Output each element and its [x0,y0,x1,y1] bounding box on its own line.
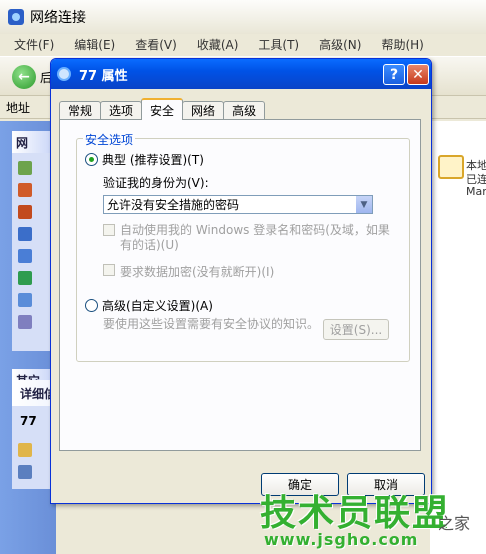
setup-network-icon[interactable] [18,183,32,197]
network-tasks-title: 网 [16,135,29,150]
autologon-checkbox[interactable] [103,224,115,236]
disable-device-icon[interactable] [18,227,32,241]
network-folder-icon [8,9,24,25]
typical-option[interactable]: 典型 (推荐设置)(T) [85,151,204,168]
back-arrow-icon: ← [18,69,30,85]
encrypt-option[interactable]: 要求数据加密(没有就断开)(I) [103,263,274,280]
advanced-description: 要使用这些设置需要有安全协议的知识。 [103,317,320,331]
properties-dialog: 77 属性 ? ✕ 常规 选项 安全 网络 高级 安全选项 典型 (推荐设置)(… [50,58,432,504]
chevron-down-icon[interactable]: ▼ [355,196,372,213]
advanced-radio[interactable] [85,299,98,312]
ok-button[interactable]: 确定 [261,473,339,496]
autologon-label: 自动使用我的 Windows 登录名和密码(及域，如果有的话)(U) [120,223,390,252]
advanced-label: 高级(自定义设置)(A) [102,299,213,313]
dialog-titlebar: 77 属性 [51,59,431,89]
connection-device: Mar [466,185,486,198]
advanced-option[interactable]: 高级(自定义设置)(A) [85,297,213,314]
menu-view[interactable]: 查看(V) [135,36,177,53]
group-legend: 安全选项 [83,131,136,148]
menu-edit[interactable]: 编辑(E) [74,36,115,53]
question-icon: ? [389,66,399,83]
connections-view: 本地 已连 Mar [430,121,486,554]
security-tab-panel: 安全选项 典型 (推荐设置)(T) 验证我的身份为(V): 允许没有安全措施的密… [59,119,421,451]
encrypt-checkbox[interactable] [103,264,115,276]
menu-favorites[interactable]: 收藏(A) [197,36,239,53]
my-computer-icon[interactable] [18,465,32,479]
firewall-icon[interactable] [18,205,32,219]
cancel-button[interactable]: 取消 [347,473,425,496]
create-connection-icon[interactable] [18,161,32,175]
repair-connection-icon[interactable] [18,249,32,263]
close-icon: ✕ [412,66,424,83]
autologon-option[interactable]: 自动使用我的 Windows 登录名和密码(及域，如果有的话)(U) [103,223,393,253]
encrypt-label: 要求数据加密(没有就断开)(I) [120,265,275,279]
settings-button[interactable]: 设置(S)... [323,319,389,340]
verify-identity-select[interactable]: 允许没有安全措施的密码 ▼ [103,195,373,214]
window-title: 网络连接 [30,10,86,26]
network-icon [57,67,71,81]
tab-networking[interactable]: 网络 [182,101,225,119]
dialog-title: 77 属性 [79,68,128,84]
back-button[interactable]: ← [12,65,36,89]
menu-advanced[interactable]: 高级(N) [319,36,361,53]
change-settings-icon[interactable] [18,315,32,329]
typical-label: 典型 (推荐设置)(T) [102,153,204,167]
menu-bar: 文件(F) 编辑(E) 查看(V) 收藏(A) 工具(T) 高级(N) 帮助(H… [0,34,486,54]
tab-general[interactable]: 常规 [59,101,102,119]
tab-options[interactable]: 选项 [100,101,143,119]
menu-file[interactable]: 文件(F) [14,36,54,53]
task-pane: 网 其它 [0,121,56,554]
rename-connection-icon[interactable] [18,271,32,285]
verify-label: 验证我的身份为(V): [103,176,209,190]
help-button[interactable]: ? [383,64,405,85]
tab-advanced[interactable]: 高级 [223,101,266,119]
window-titlebar: 网络连接 [0,0,486,34]
tab-security[interactable]: 安全 [141,98,184,120]
menu-tools[interactable]: 工具(T) [258,36,299,53]
close-button[interactable]: ✕ [407,64,429,85]
security-options-group: 安全选项 典型 (推荐设置)(T) 验证我的身份为(V): 允许没有安全措施的密… [76,131,410,362]
local-connection-icon[interactable] [438,155,464,179]
address-label: 地址 [6,101,31,115]
view-status-icon[interactable] [18,293,32,307]
menu-help[interactable]: 帮助(H) [381,36,423,53]
tab-strip: 常规 选项 安全 网络 高级 [59,97,266,120]
typical-radio[interactable] [85,153,98,166]
verify-select-value: 允许没有安全措施的密码 [107,198,240,212]
my-documents-icon[interactable] [18,443,32,457]
